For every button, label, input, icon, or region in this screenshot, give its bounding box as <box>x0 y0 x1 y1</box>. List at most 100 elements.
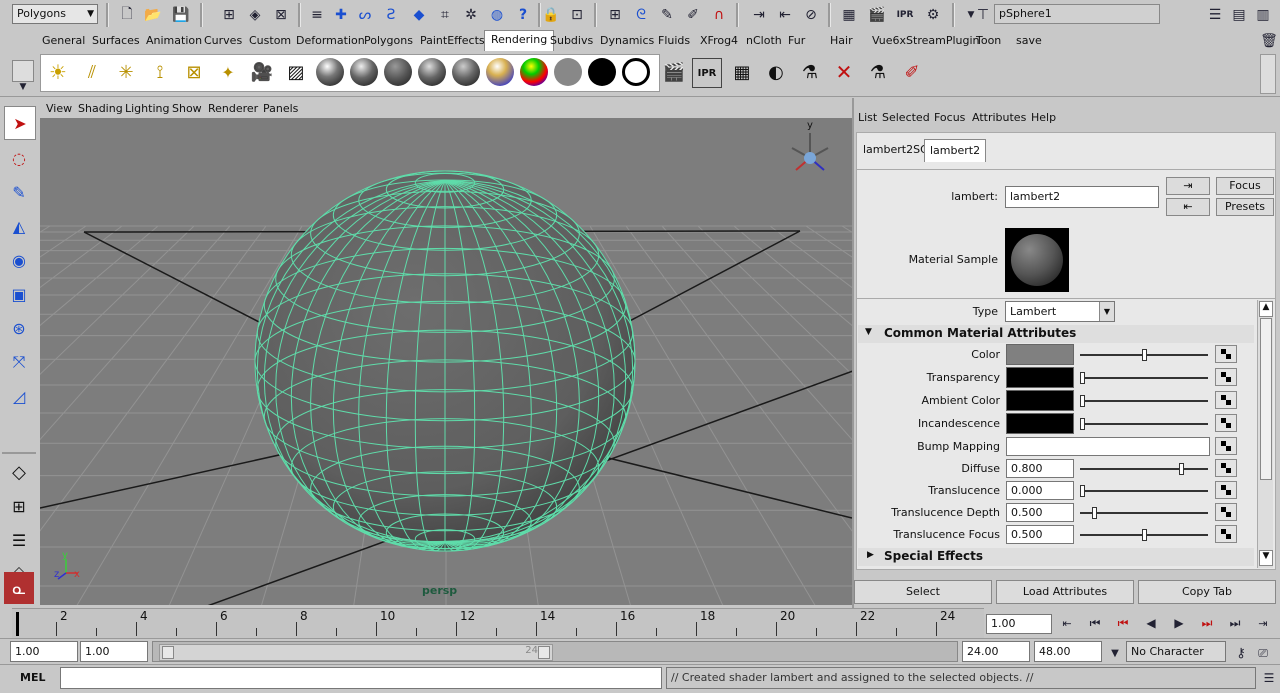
surface-shader-icon[interactable] <box>552 56 584 88</box>
viewport-menu-lighting[interactable]: Lighting <box>125 102 169 115</box>
save-scene-icon[interactable]: 💾 <box>170 4 192 26</box>
presets-button[interactable]: Presets <box>1216 198 1274 216</box>
spot-light-icon[interactable]: ⟟ <box>144 56 176 88</box>
shelf-tab-custom[interactable]: Custom <box>247 32 293 50</box>
tab-lambert2sg[interactable]: lambert2SG <box>860 140 932 160</box>
translucence-depth-slider[interactable] <box>1080 512 1208 514</box>
incandescence-slider[interactable] <box>1080 423 1208 425</box>
viewport-menu-view[interactable]: View <box>46 102 72 115</box>
shelf-tab-general[interactable]: General <box>40 32 87 50</box>
bump-mapping-input[interactable] <box>1006 437 1210 456</box>
step-forward-icon[interactable]: ⏭ <box>1224 612 1246 634</box>
range-start-handle[interactable] <box>162 646 174 659</box>
ae-scrollbar[interactable]: ▲ ▼ <box>1257 300 1273 568</box>
maya-logo-icon[interactable]: ᓇ <box>4 572 34 604</box>
render-globe-icon[interactable]: ◍ <box>486 4 508 26</box>
auto-key-icon[interactable]: ⎚ <box>1252 642 1274 664</box>
step-forward-key-icon[interactable]: ⏭ <box>1196 612 1218 634</box>
scrollbar-thumb[interactable] <box>1260 318 1272 480</box>
translucence-depth-input[interactable]: 0.500 <box>1006 503 1074 522</box>
shelf-tab-surfaces[interactable]: Surfaces <box>90 32 142 50</box>
magnet-icon[interactable]: ∩ <box>708 4 730 26</box>
snap-point-icon[interactable]: ✚ <box>330 4 352 26</box>
paint-select-icon[interactable]: ✎ <box>4 176 34 208</box>
range-slider-bar[interactable]: 24 <box>152 641 958 662</box>
outliner-layout-icon[interactable]: ☰ <box>4 524 34 556</box>
command-lang-label[interactable]: MEL <box>20 671 45 684</box>
shelf-tab-fluids[interactable]: Fluids <box>656 32 692 50</box>
select-tool-icon[interactable]: ➤ <box>4 106 36 140</box>
tab-lambert2[interactable]: lambert2 <box>924 139 987 162</box>
input-ops-icon[interactable]: ⇥ <box>748 4 770 26</box>
select-object-icon[interactable]: ◈ <box>244 4 266 26</box>
delete-unused-icon[interactable]: ✕ <box>828 56 860 88</box>
ae-menu-focus[interactable]: Focus <box>934 111 965 124</box>
ae-menu-selected[interactable]: Selected <box>882 111 930 124</box>
snap-curve-icon[interactable]: ᔕ <box>354 4 376 26</box>
shelf-tab-animation[interactable]: Animation <box>144 32 204 50</box>
step-back-icon[interactable]: ⏮ <box>1084 612 1106 634</box>
flask-icon[interactable]: ⚗ <box>862 56 894 88</box>
select-component-icon[interactable]: ⊠ <box>270 4 292 26</box>
shelf-tab-rendering[interactable]: Rendering <box>484 30 555 51</box>
ipr-icon[interactable]: IPR <box>894 4 916 26</box>
current-time-marker[interactable] <box>16 612 19 636</box>
ambient-light-icon[interactable]: ☀ <box>42 56 74 88</box>
translucence-depth-slider-thumb[interactable] <box>1092 507 1097 519</box>
range-end-handle[interactable] <box>538 646 550 659</box>
universal-manip-icon[interactable]: ⊛ <box>4 312 34 344</box>
transparency-slider[interactable] <box>1080 377 1208 379</box>
layered-shader-icon[interactable] <box>484 56 516 88</box>
input-connections-button[interactable]: ⇥ <box>1166 177 1210 195</box>
construction-history-icon[interactable]: ✲ <box>460 4 482 26</box>
incandescence-slider-thumb[interactable] <box>1080 418 1085 430</box>
lambert-name-input[interactable]: lambert2 <box>1005 186 1159 208</box>
four-pane-layout-icon[interactable]: ⊞ <box>4 490 34 522</box>
shelf-tab-curves[interactable]: Curves <box>202 32 244 50</box>
shelf-tab-xfrog4[interactable]: XFrog4 <box>698 32 740 50</box>
bump-mapping-map-button[interactable] <box>1215 437 1237 455</box>
directional-light-icon[interactable]: ⫽ <box>76 56 108 88</box>
lasso-tool-icon[interactable]: ◌ <box>4 142 34 174</box>
shelf-scrollbar[interactable] <box>1260 54 1276 94</box>
help-icon[interactable]: ? <box>512 4 534 26</box>
point-light-icon[interactable]: ✳ <box>110 56 142 88</box>
diffuse-slider[interactable] <box>1080 468 1208 470</box>
ambient-color-map-button[interactable] <box>1215 391 1237 409</box>
ae-menu-help[interactable]: Help <box>1031 111 1056 124</box>
move-tool-icon[interactable]: ◭ <box>4 210 34 242</box>
viewport-menu-renderer[interactable]: Renderer <box>208 102 258 115</box>
translucence-map-button[interactable] <box>1215 481 1237 499</box>
toggle-icon[interactable]: ⊘ <box>800 4 822 26</box>
render-current-icon[interactable]: 🎬 <box>866 4 888 26</box>
output-ops-icon[interactable]: ⇤ <box>774 4 796 26</box>
shelf-tab-vue6xstreamplugin[interactable]: Vue6xStreamPlugin <box>870 32 982 50</box>
translucence-focus-input[interactable]: 0.500 <box>1006 525 1074 544</box>
range-end-input[interactable]: 24.00 <box>962 641 1030 662</box>
lock-icon[interactable]: 🔒 <box>540 4 562 26</box>
focus-button[interactable]: Focus <box>1216 177 1274 195</box>
shading-map-icon[interactable] <box>620 56 652 88</box>
mode-dropdown[interactable]: Polygons ▼ <box>12 4 98 24</box>
shelf-tab-subdivs[interactable]: Subdivs <box>548 32 595 50</box>
translucence-slider-thumb[interactable] <box>1080 485 1085 497</box>
grid-icon[interactable]: ⊞ <box>604 4 626 26</box>
scroll-down-icon[interactable]: ▼ <box>1259 550 1273 566</box>
paint-brush-icon[interactable]: ✐ <box>896 56 928 88</box>
shelf-tab-dynamics[interactable]: Dynamics <box>598 32 656 50</box>
shelf-tab-deformation[interactable]: Deformation <box>294 32 367 50</box>
select-button[interactable]: Select <box>854 580 992 604</box>
ae-menu-attributes[interactable]: Attributes <box>972 111 1026 124</box>
range-end-max-input[interactable]: 48.00 <box>1034 641 1102 662</box>
tool-settings-icon[interactable]: ▥ <box>1252 4 1274 26</box>
shelf-tab-hair[interactable]: Hair <box>828 32 855 50</box>
ambient-color-slider-thumb[interactable] <box>1080 395 1085 407</box>
play-backward-icon[interactable]: ◀ <box>1140 612 1162 634</box>
color-swatch[interactable] <box>1006 344 1074 365</box>
copy-tab-button[interactable]: Copy Tab <box>1138 580 1276 604</box>
new-scene-icon[interactable]: 🗋 <box>116 4 138 26</box>
single-pane-layout-icon[interactable]: ◇ <box>4 456 34 488</box>
scroll-up-icon[interactable]: ▲ <box>1259 301 1273 317</box>
select-hierarchy-icon[interactable]: ⊞ <box>218 4 240 26</box>
transparency-map-button[interactable] <box>1215 368 1237 386</box>
